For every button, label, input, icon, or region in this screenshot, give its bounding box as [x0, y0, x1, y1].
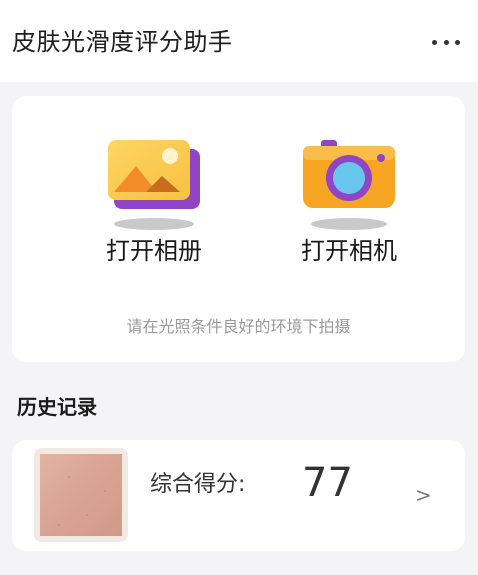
history-section-title: 历史记录: [17, 395, 97, 419]
capture-card: 打开相册 打开相机 请在光照条件良好的环境下拍摄: [12, 96, 465, 362]
open-album-button[interactable]: 打开相册: [74, 96, 234, 266]
open-camera-label: 打开相机: [301, 237, 397, 265]
more-options-button[interactable]: [426, 26, 466, 58]
skin-thumbnail: [34, 448, 128, 542]
score-value: 77: [302, 460, 353, 506]
history-item[interactable]: 综合得分: 77 >: [12, 440, 465, 551]
chevron-right-icon: >: [415, 483, 432, 507]
photo-album-icon: [108, 140, 200, 230]
skin-photo: [40, 454, 122, 536]
open-album-label: 打开相册: [106, 237, 202, 265]
lighting-hint: 请在光照条件良好的环境下拍摄: [126, 317, 351, 336]
more-dots-icon: [432, 39, 437, 45]
app-header: 皮肤光滑度评分助手: [0, 0, 478, 82]
score-label: 综合得分:: [150, 472, 246, 497]
open-camera-button[interactable]: 打开相机: [269, 96, 429, 266]
page-title: 皮肤光滑度评分助手: [12, 28, 233, 56]
camera-icon: [303, 140, 395, 230]
